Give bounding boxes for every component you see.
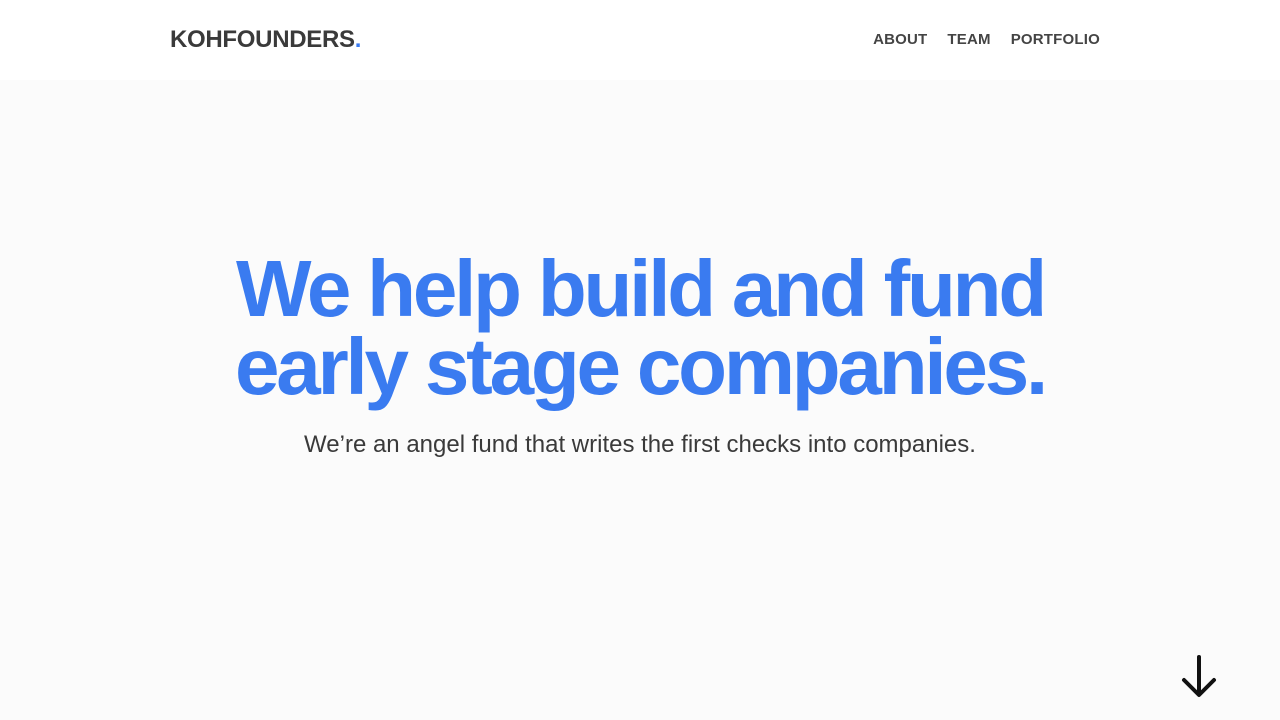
brand-logo[interactable]: KOHFOUNDERS. — [170, 26, 361, 54]
arrow-down-icon[interactable] — [1180, 654, 1220, 700]
brand-dot: . — [354, 26, 362, 53]
brand-name: KOHFOUNDERS — [170, 26, 355, 53]
nav-item-team[interactable]: TEAM — [947, 29, 990, 51]
hero-headline-line-2: early stage companies. — [234, 322, 1048, 411]
hero-subtitle: We’re an angel fund that writes the firs… — [304, 431, 976, 458]
nav-item-about[interactable]: ABOUT — [873, 29, 927, 51]
hero-headline-line-1: We help build and fund — [235, 244, 1047, 333]
hero-headline: We help build and fund early stage compa… — [140, 244, 1140, 411]
hero-section: We help build and fund early stage compa… — [0, 80, 1280, 720]
main-nav: ABOUT TEAM PORTFOLIO — [873, 29, 1100, 51]
nav-item-portfolio[interactable]: PORTFOLIO — [1011, 29, 1100, 51]
site-header: KOHFOUNDERS. ABOUT TEAM PORTFOLIO — [0, 0, 1280, 80]
